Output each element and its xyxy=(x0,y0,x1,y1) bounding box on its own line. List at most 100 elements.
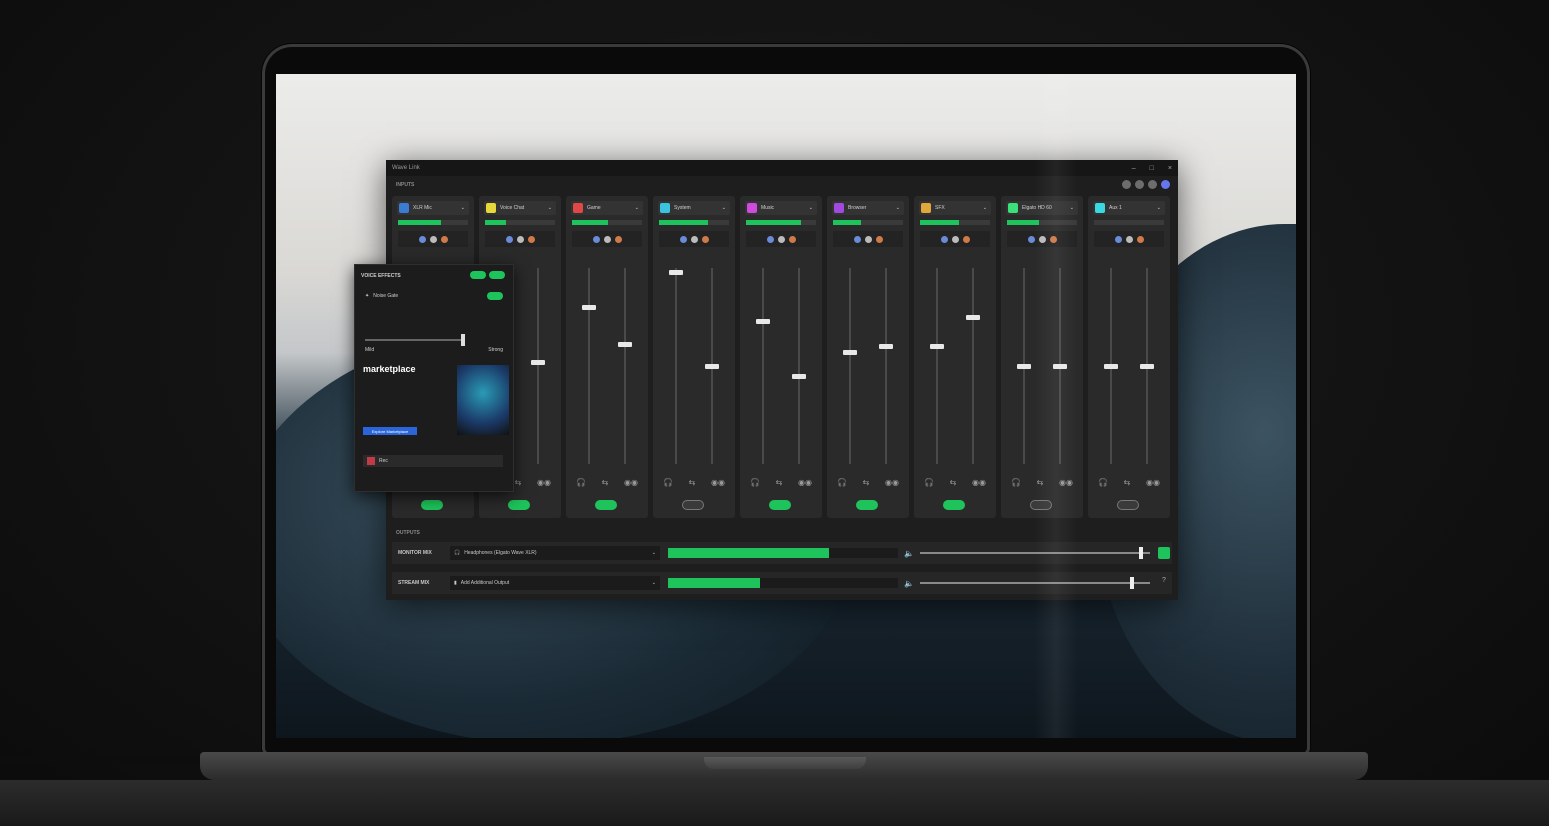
monitor-fader-track[interactable] xyxy=(675,268,677,464)
monitor-fader-track[interactable] xyxy=(588,268,590,464)
headphones-icon[interactable]: 🎧 xyxy=(1098,478,1108,487)
headphones-icon[interactable]: 🎧 xyxy=(576,478,586,487)
channel-effects-toggle[interactable] xyxy=(1117,500,1139,510)
monitor-fader-track[interactable] xyxy=(849,268,851,464)
slider-thumb[interactable] xyxy=(461,334,465,346)
stream-icon[interactable]: ◉◉ xyxy=(798,478,812,487)
stream-fader-knob[interactable] xyxy=(966,315,980,320)
ad-brand: marketplace xyxy=(363,364,416,374)
monitor-fader-knob[interactable] xyxy=(930,344,944,350)
app-icon xyxy=(788,235,796,243)
help-icon[interactable] xyxy=(1148,180,1157,189)
top-right-icons xyxy=(1122,180,1170,189)
channel-level-meter xyxy=(833,220,903,225)
stream-icon[interactable]: ◉◉ xyxy=(624,478,638,487)
stream-icon[interactable]: ◉◉ xyxy=(885,478,899,487)
monitor-fader-track[interactable] xyxy=(762,268,764,464)
effect-toggle[interactable] xyxy=(487,292,503,300)
app-icon xyxy=(418,235,426,243)
stream-fader-track[interactable] xyxy=(798,268,800,464)
stream-fader-track[interactable] xyxy=(885,268,887,464)
channel-effects-toggle[interactable] xyxy=(943,500,965,510)
channel-header[interactable]: Voice Chat ⌄ xyxy=(484,201,556,215)
link-icon[interactable]: ⇆ xyxy=(515,478,522,487)
channel-header[interactable]: Music ⌄ xyxy=(745,201,817,215)
channel-header[interactable]: Browser ⌄ xyxy=(832,201,904,215)
channel-effects-toggle[interactable] xyxy=(595,500,617,510)
settings-icon[interactable] xyxy=(1135,180,1144,189)
channel-name: SFX xyxy=(935,205,945,211)
monitor-fader-knob[interactable] xyxy=(843,350,857,356)
explore-marketplace-button[interactable]: Explore Marketplace xyxy=(363,427,417,435)
channel-app-icons xyxy=(485,231,555,247)
channel-effects-toggle[interactable] xyxy=(421,500,443,510)
monitor-fader-knob[interactable] xyxy=(1104,364,1118,369)
stream-icon[interactable]: ◉◉ xyxy=(972,478,986,487)
link-icon[interactable]: ⇆ xyxy=(863,478,870,487)
record-label: Rec xyxy=(379,458,388,464)
stream-icon[interactable]: ◉◉ xyxy=(711,478,725,487)
monitor-fader-knob[interactable] xyxy=(582,305,596,311)
channel-effects-toggle[interactable] xyxy=(856,500,878,510)
output-device-select[interactable]: 🎧 Headphones (Elgato Wave XLR) ⌄ xyxy=(450,546,660,560)
stream-fader-knob[interactable] xyxy=(618,342,632,348)
headphones-icon[interactable]: 🎧 xyxy=(837,478,847,487)
channel-header[interactable]: Aux 1 ⌄ xyxy=(1093,201,1165,215)
headphones-icon[interactable]: 🎧 xyxy=(663,478,673,487)
stream-fader-track[interactable] xyxy=(537,268,539,464)
link-icon[interactable]: ⇆ xyxy=(602,478,609,487)
marketplace-icon[interactable] xyxy=(1122,180,1131,189)
channel-header[interactable]: System ⌄ xyxy=(658,201,730,215)
channel-name: XLR Mic xyxy=(413,205,432,211)
stream-fader-track[interactable] xyxy=(624,268,626,464)
minimize-icon[interactable]: – xyxy=(1132,165,1136,172)
power-cable xyxy=(0,757,220,763)
channel-header[interactable]: SFX ⌄ xyxy=(919,201,991,215)
channel-app-icons xyxy=(833,231,903,247)
speaker-icon[interactable]: 🔈 xyxy=(904,549,914,558)
headphones-icon[interactable]: 🎧 xyxy=(1011,478,1021,487)
close-icon[interactable]: × xyxy=(1168,165,1172,172)
effect-strength-slider[interactable] xyxy=(365,334,465,346)
stream-fader-knob[interactable] xyxy=(1140,364,1154,369)
monitor-fader-knob[interactable] xyxy=(1017,364,1031,369)
output-device-select[interactable]: ▮ Add Additional Output ⌄ xyxy=(450,576,660,590)
speaker-icon[interactable]: 🔈 xyxy=(904,579,914,588)
stream-fader-knob[interactable] xyxy=(531,360,545,366)
headphones-icon[interactable]: 🎧 xyxy=(750,478,760,487)
monitor-fader-track[interactable] xyxy=(936,268,938,464)
stream-fader-track[interactable] xyxy=(972,268,974,464)
monitor-toggle[interactable] xyxy=(1157,547,1170,559)
app-icon xyxy=(429,235,437,243)
stream-icon[interactable]: ◉◉ xyxy=(1146,478,1160,487)
effect-row: ✦ Noise Gate xyxy=(365,293,398,299)
channel-effects-toggle[interactable] xyxy=(508,500,530,510)
channel-color-icon xyxy=(747,203,757,213)
ad-image xyxy=(457,365,509,435)
channel-effects-toggle[interactable] xyxy=(682,500,704,510)
monitor-fader-knob[interactable] xyxy=(669,269,683,275)
effects-toggle[interactable] xyxy=(470,271,486,279)
stream-fader-knob[interactable] xyxy=(705,364,719,369)
record-row[interactable]: Rec xyxy=(363,455,503,467)
maximize-icon[interactable]: □ xyxy=(1150,165,1154,172)
channel-level-meter xyxy=(572,220,642,225)
link-icon[interactable]: ⇆ xyxy=(1124,478,1131,487)
monitor-fader-knob[interactable] xyxy=(756,318,770,324)
link-icon[interactable]: ⇆ xyxy=(776,478,783,487)
link-icon[interactable]: ⇆ xyxy=(689,478,696,487)
link-icon[interactable]: ⇆ xyxy=(950,478,957,487)
stream-icon[interactable]: ◉◉ xyxy=(537,478,551,487)
channel-effects-toggle[interactable] xyxy=(769,500,791,510)
channel-header[interactable]: XLR Mic ⌄ xyxy=(397,201,469,215)
stream-fader-knob[interactable] xyxy=(792,373,806,379)
chevron-down-icon: ⌄ xyxy=(547,205,552,211)
effects-toggle[interactable] xyxy=(489,271,505,279)
headphones-icon[interactable]: 🎧 xyxy=(924,478,934,487)
input-channel: Aux 1 ⌄ 🎧 ⇆ ◉◉ xyxy=(1088,196,1170,518)
help-icon[interactable]: ? xyxy=(1158,577,1170,589)
channel-color-icon xyxy=(921,203,931,213)
profile-icon[interactable] xyxy=(1161,180,1170,189)
stream-fader-knob[interactable] xyxy=(879,344,893,350)
channel-header[interactable]: Game ⌄ xyxy=(571,201,643,215)
